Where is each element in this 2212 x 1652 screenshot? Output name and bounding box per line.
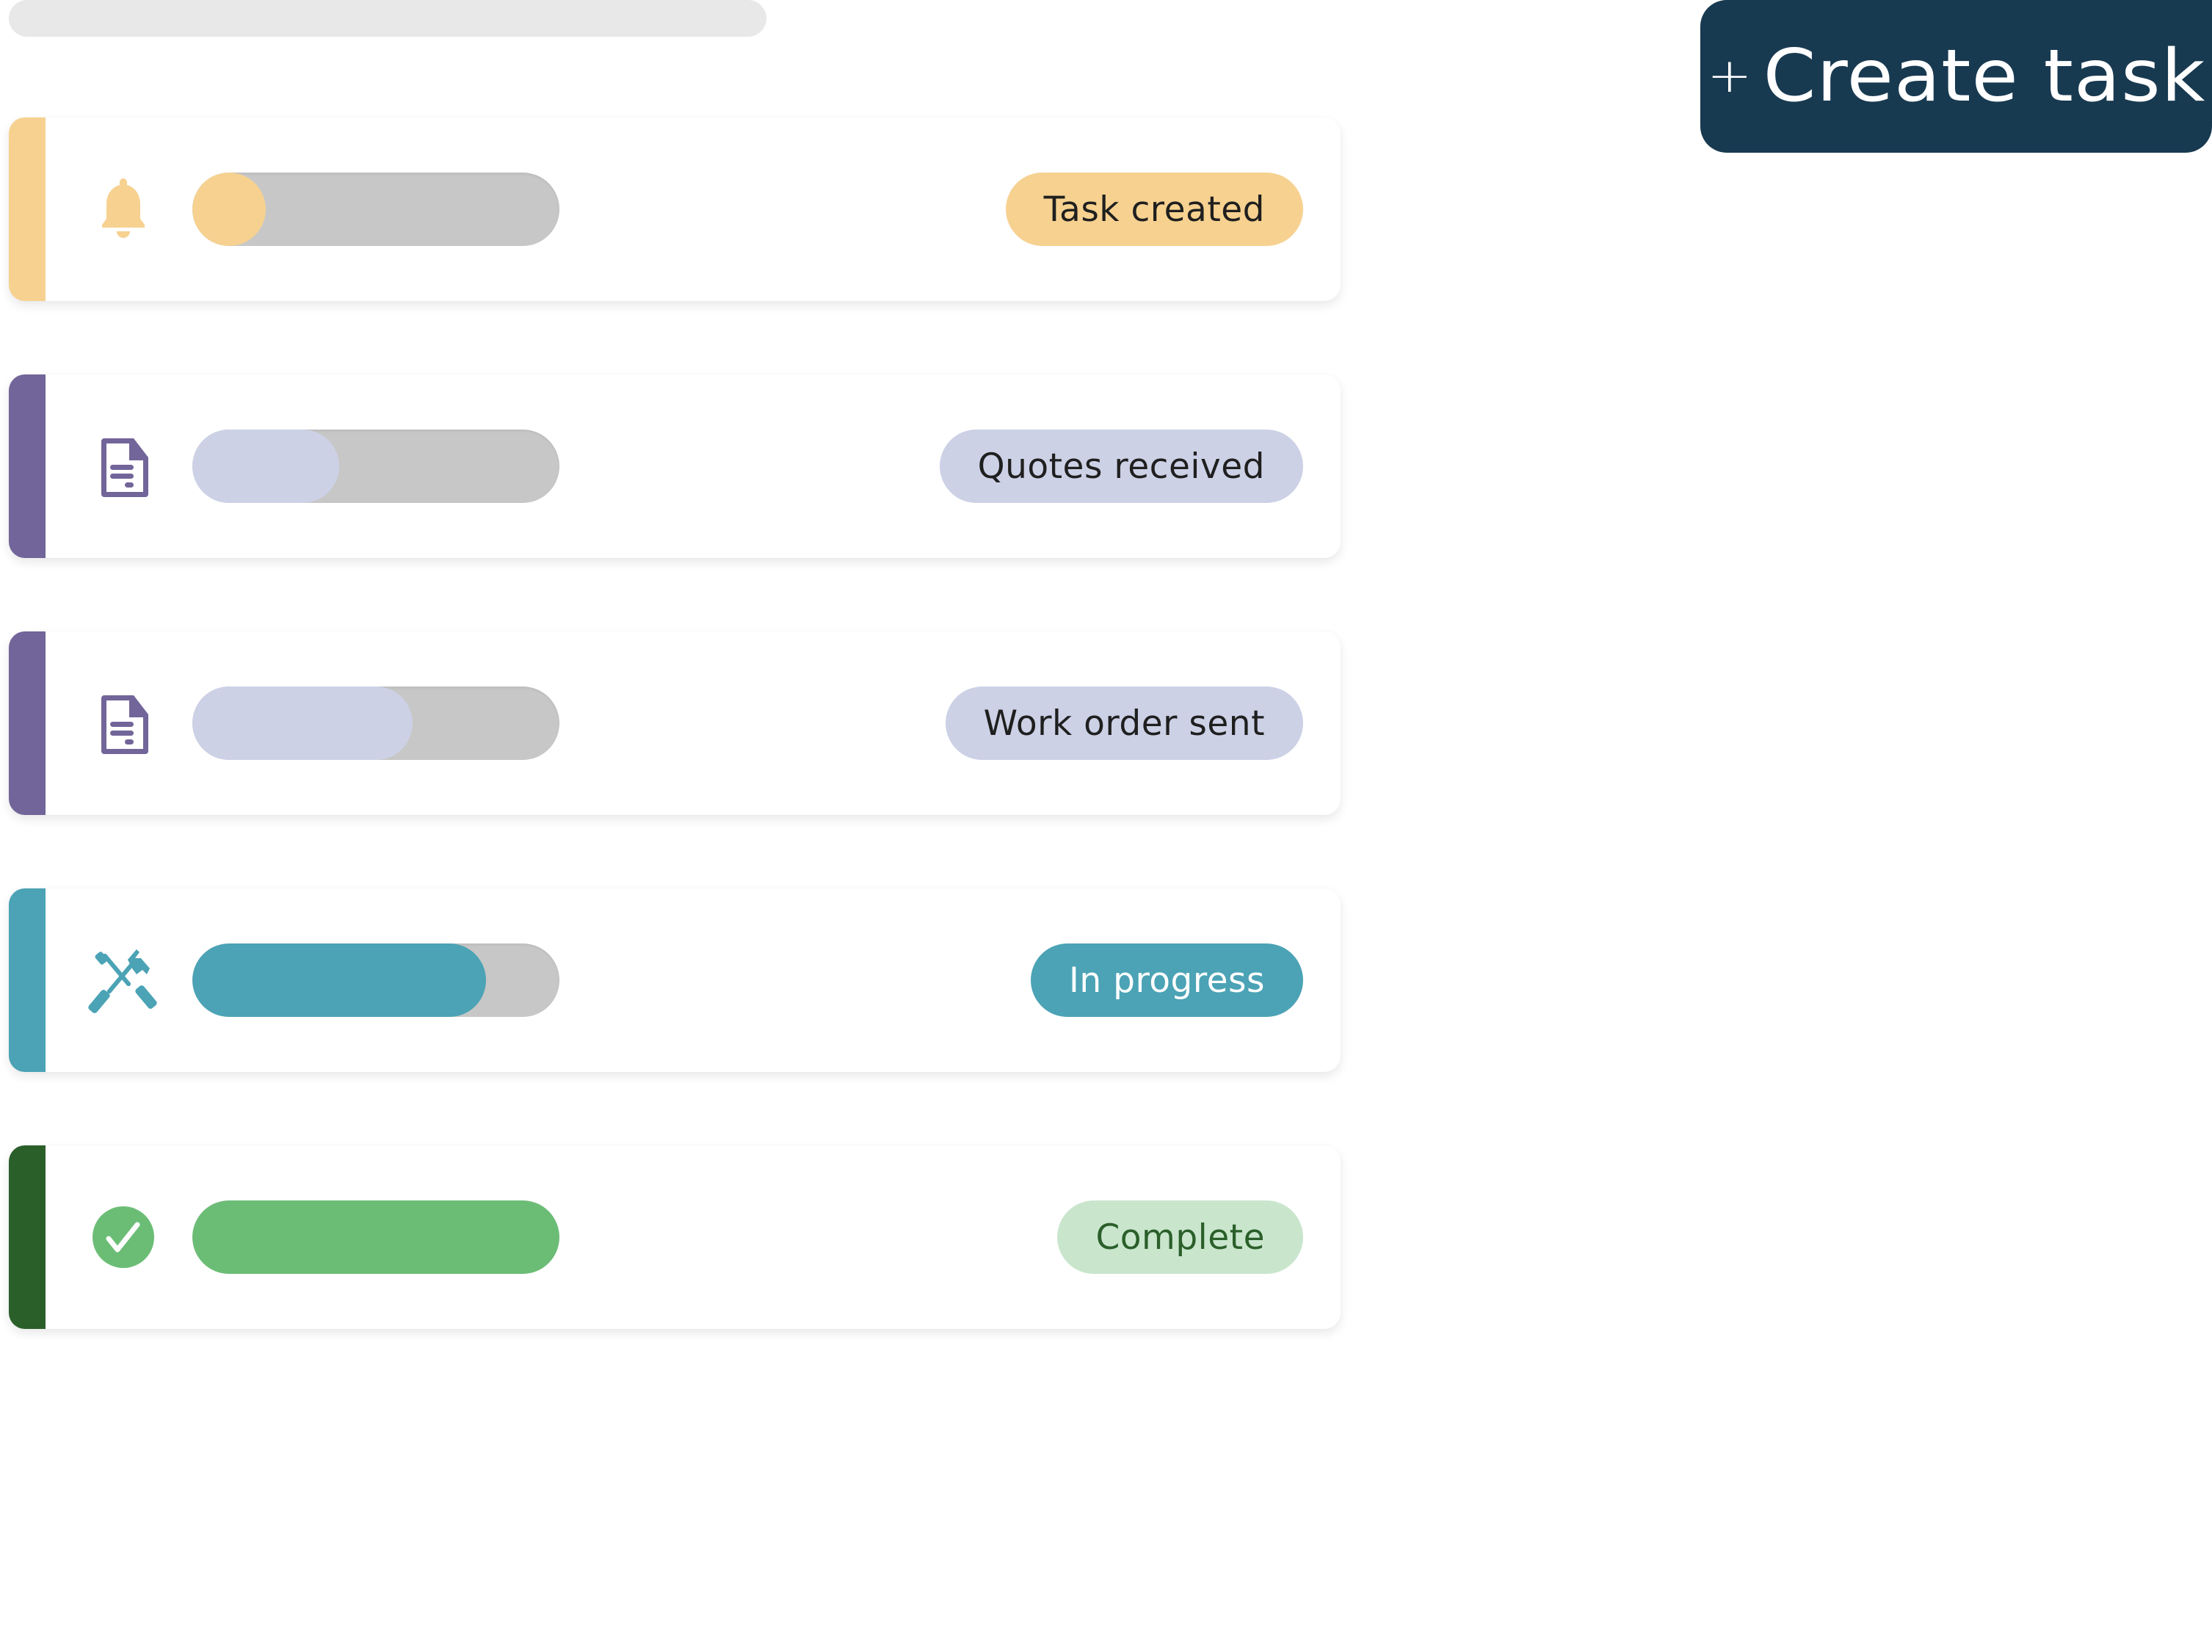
card-accent-stripe	[9, 1145, 46, 1329]
progress-fill	[192, 686, 413, 760]
create-task-button[interactable]: + Create task	[1700, 0, 2212, 153]
status-pill[interactable]: Quotes received	[939, 430, 1303, 503]
status-pill[interactable]: Work order sent	[945, 686, 1303, 760]
task-card[interactable]: Work order sent	[9, 631, 1341, 815]
progress-bar	[192, 430, 559, 503]
bell-icon	[87, 173, 160, 246]
check-circle-icon	[87, 1200, 160, 1274]
document-icon	[87, 430, 160, 503]
status-pill[interactable]: Complete	[1057, 1200, 1303, 1274]
card-accent-stripe	[9, 117, 46, 301]
card-accent-stripe	[9, 888, 46, 1072]
progress-bar	[192, 1200, 559, 1274]
loading-skeleton-bar	[9, 0, 766, 37]
progress-bar	[192, 686, 559, 760]
plus-icon: +	[1706, 49, 1752, 104]
create-task-label: Create task	[1763, 35, 2206, 118]
task-status-list: Task created Quotes received Work order …	[9, 117, 1341, 1402]
task-card[interactable]: Task created	[9, 117, 1341, 301]
progress-fill	[192, 173, 266, 246]
progress-bar	[192, 943, 559, 1017]
task-card[interactable]: In progress	[9, 888, 1341, 1072]
progress-bar	[192, 173, 559, 246]
status-pill[interactable]: Task created	[1005, 173, 1303, 246]
task-card[interactable]: Complete	[9, 1145, 1341, 1329]
task-card[interactable]: Quotes received	[9, 374, 1341, 558]
status-pill[interactable]: In progress	[1031, 943, 1303, 1017]
progress-fill	[192, 1200, 559, 1274]
tools-icon	[87, 943, 160, 1017]
card-accent-stripe	[9, 631, 46, 815]
progress-fill	[192, 943, 486, 1017]
progress-fill	[192, 430, 339, 503]
document-icon	[87, 686, 160, 760]
card-accent-stripe	[9, 374, 46, 558]
